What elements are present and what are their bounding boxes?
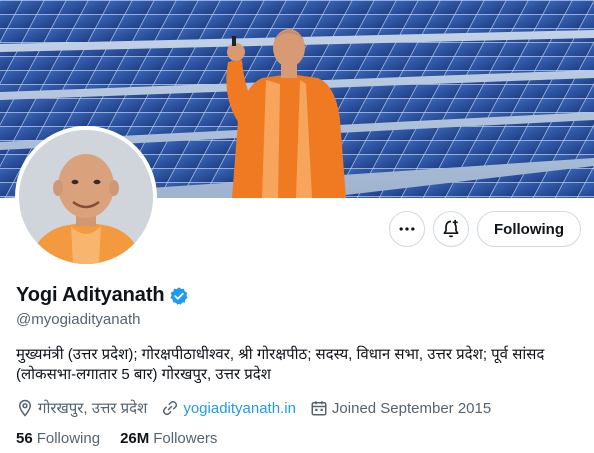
link-icon [163, 400, 178, 416]
followers-count: 26M [120, 430, 150, 447]
profile-page: Following Yogi Adityanath @myogiadityana… [0, 0, 594, 453]
follow-stats: 56 Following 26M Followers [16, 430, 237, 447]
user-handle: @myogiadityanath [16, 311, 141, 328]
website-item: yogiadityanath.in [161, 399, 296, 417]
joined-item: Joined September 2015 [310, 399, 491, 417]
location-text: गोरखपुर, उत्तर प्रदेश [38, 400, 148, 417]
verified-badge-icon[interactable] [169, 286, 189, 306]
profile-bio: मुख्यमंत्री (उत्तर प्रदेश); गोरक्षपीठाधी… [16, 346, 545, 383]
following-stat-link[interactable]: 56 Following [16, 430, 100, 447]
avatar-image [19, 130, 153, 264]
location-item: गोरखपुर, उत्तर प्रदेश [16, 398, 147, 418]
following-count: 56 [16, 430, 33, 447]
website-link[interactable]: yogiadityanath.in [183, 400, 296, 417]
joined-date: Joined September 2015 [331, 399, 492, 417]
location-pin-icon [18, 399, 32, 417]
profile-meta: गोरखपुर, उत्तर प्रदेश yogiadityanath.in … [16, 398, 505, 418]
avatar[interactable] [15, 126, 157, 268]
followers-stat-link[interactable]: 26M Followers [120, 430, 217, 447]
bell-plus-icon [443, 219, 459, 238]
following-button[interactable]: Following [477, 211, 581, 247]
display-name: Yogi Adityanath [16, 284, 165, 306]
following-label: Following [36, 430, 101, 447]
more-button[interactable] [389, 211, 425, 247]
notifications-button[interactable] [433, 211, 469, 247]
calendar-icon [311, 401, 327, 416]
followers-label: Followers [153, 430, 218, 447]
display-name-row: Yogi Adityanath [16, 284, 189, 307]
more-horizontal-icon [399, 227, 415, 231]
